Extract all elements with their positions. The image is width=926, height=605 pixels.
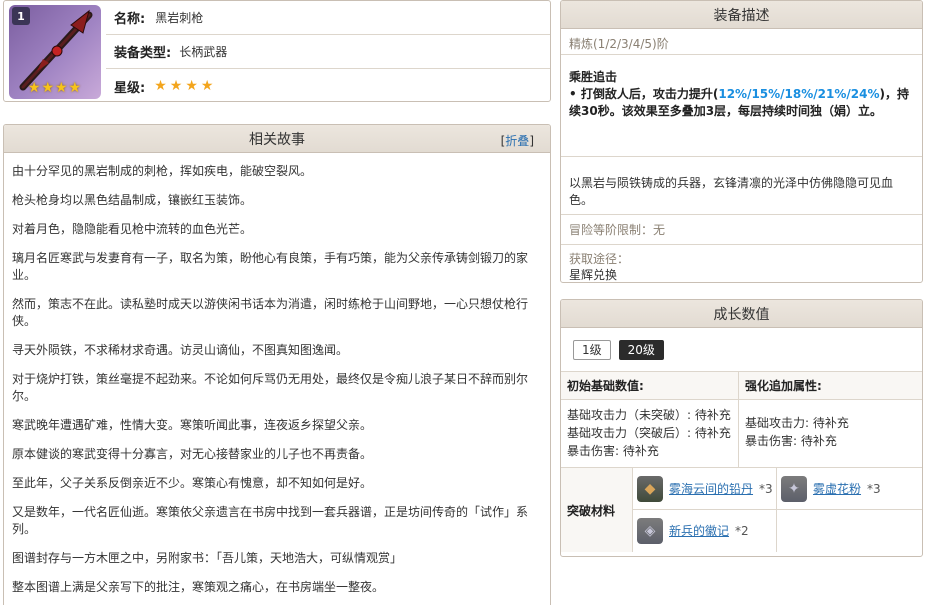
material-item: ✦ 雾虚花粉 *3 — [777, 468, 922, 510]
story-paragraph: 然而，策志不在此。读私塾时成天以游侠闲书话本为消遣，闲时练枪于山间野地，一心只想… — [12, 297, 529, 328]
level-switcher: 1级 20级 — [561, 328, 922, 372]
desc-header: 装备描述 — [561, 1, 922, 29]
story-paragraph: 图谱封存与一方木匣之中，另附家书：「吾儿策，天地浩大，可纵情观赏」 — [12, 551, 403, 565]
growth-panel: 成长数值 1级 20级 初始基础数值: 强化追加属性: 基础攻击力（未突破）: 待… — [560, 299, 923, 557]
name-label: 名称: — [114, 12, 146, 27]
material-link[interactable]: 雾海云间的铅丹 — [669, 481, 753, 497]
weapon-thumbnail: 1 ★★★★ — [9, 5, 101, 99]
material-link[interactable]: 新兵的徽记 — [669, 523, 729, 539]
material-qty: *2 — [735, 524, 749, 538]
story-paragraph: 至此年，父子关系反倒亲近不少。寒策心有愧意，却不知如何是好。 — [12, 476, 373, 490]
obtain-method: 获取途径： 星辉兑换 — [561, 245, 922, 282]
story-body: 由十分罕见的黑岩制成的刺枪，挥如疾电，能破空裂风。 枪头枪身均以黑色结晶制成，镶嵌… — [4, 153, 550, 596]
story-paragraph: 寻天外陨铁，不求稀材求奇遇。访灵山谪仙，不图真知图逸闻。 — [12, 343, 349, 357]
star-icon: ★ — [200, 78, 214, 94]
material-link[interactable]: 雾虚花粉 — [813, 481, 861, 497]
story-title: 相关故事 — [249, 131, 305, 148]
level-button[interactable]: 1级 — [573, 339, 611, 360]
effect-values: 12%/15%/18%/21%/24% — [718, 87, 880, 101]
obtain-label: 获取途径： — [569, 252, 630, 266]
refine-levels: 精炼(1/2/3/4/5)阶 — [561, 29, 922, 55]
star-icon: ★ — [185, 78, 198, 94]
stat-line: 暴击伤害: 待补充 — [745, 434, 837, 448]
base-stats-head: 初始基础数值: — [561, 372, 739, 400]
info-row-type: 装备类型: 长柄武器 — [106, 35, 550, 69]
name-value: 黑岩刺枪 — [155, 11, 204, 25]
story-paragraph: 寒武晚年遭遇矿难，性情大变。寒策听闻此事，连夜返乡探望父亲。 — [12, 418, 373, 432]
level-button[interactable]: 20级 — [618, 339, 664, 360]
lead-pill-icon: ◆ — [637, 475, 663, 502]
stat-line: 暴击伤害: 待补充 — [567, 444, 659, 458]
story-paragraph: 枪头枪身均以黑色结晶制成，镶嵌红玉装饰。 — [12, 193, 253, 207]
mist-pollen-icon: ✦ — [781, 475, 807, 502]
effect-text: • 打倒敌人后，攻击力提升(12%/15%/18%/21%/24%)，持续30秒… — [569, 87, 909, 118]
stat-grid: 初始基础数值: 强化追加属性: 基础攻击力（未突破）: 待补充 基础攻击力（突破后… — [561, 372, 922, 468]
info-row-stars: 星级: ★ ★ ★ ★ — [106, 69, 550, 101]
story-paragraph: 璃月名匠寒武与发妻育有一子，取名为策，盼他心有良策，手有巧策，能为父亲传承铸剑锻… — [12, 251, 529, 282]
story-header: 相关故事 [折叠] — [4, 125, 550, 153]
materials-grid: 突破材料 ◆ 雾海云间的铅丹 *3 ✦ 雾虚花粉 *3 ◈ 新兵的徽记 *2 — [561, 468, 922, 552]
fold-link[interactable]: 折叠 — [505, 134, 529, 148]
recruit-insignia-icon: ◈ — [637, 518, 663, 544]
stat-line: 基础攻击力（未突破）: 待补充 — [567, 408, 731, 422]
obtain-value: 星辉兑换 — [569, 268, 618, 282]
effect-title: 乘胜追击 — [569, 70, 618, 84]
star-icon: ★ — [154, 78, 167, 94]
thumbnail-stars: ★★★★ — [27, 80, 83, 96]
material-item: ◆ 雾海云间的铅丹 *3 — [633, 468, 777, 510]
star-label: 星级: — [114, 80, 146, 96]
story-panel: 相关故事 [折叠] 由十分罕见的黑岩制成的刺枪，挥如疾电，能破空裂风。 枪头枪身均… — [3, 124, 551, 605]
base-stats: 基础攻击力（未突破）: 待补充 基础攻击力（突破后）: 待补充 暴击伤害: 待补充 — [561, 400, 739, 468]
material-empty — [777, 510, 922, 552]
material-item: ◈ 新兵的徽记 *2 — [633, 510, 777, 552]
stat-line: 基础攻击力（突破后）: 待补充 — [567, 426, 731, 440]
material-qty: *3 — [759, 481, 773, 496]
story-paragraph: 由十分罕见的黑岩制成的刺枪，挥如疾电，能破空裂风。 — [12, 164, 313, 178]
bonus-stats: 基础攻击力: 待补充 暴击伤害: 待补充 — [739, 400, 922, 468]
story-paragraph: 对着月色，隐隐能看见枪中流转的血色光芒。 — [12, 222, 253, 236]
bonus-stats-head: 强化追加属性: — [739, 372, 922, 400]
growth-header: 成长数值 — [561, 300, 922, 328]
type-value: 长柄武器 — [179, 45, 228, 59]
passive-effect: 乘胜追击 • 打倒敌人后，攻击力提升(12%/15%/18%/21%/24%)，… — [561, 55, 922, 157]
star-rating: ★ ★ ★ ★ — [151, 78, 213, 94]
desc-title: 装备描述 — [713, 7, 770, 24]
story-paragraph: 整本图谱上满是父亲写下的批注，寒策观之痛心，在书房端坐一整夜。 — [12, 580, 385, 594]
weapon-info-panel: 1 ★★★★ 名称: 黑岩刺枪 装备类型: 长柄武器 星级: ★ ★ ★ ★ — [3, 0, 551, 102]
growth-title: 成长数值 — [713, 306, 770, 323]
refine-badge: 1 — [12, 7, 30, 25]
flavor-text: 以黑岩与陨铁铸成的兵器，玄锋清凛的光泽中仿佛隐隐可见血色。 — [561, 157, 922, 215]
story-paragraph: 原本健谈的寒武变得十分寡言，对无心接替家业的儿子也不再责备。 — [12, 447, 373, 461]
story-paragraph: 对于烧炉打铁，策丝毫提不起劲来。不论如何斥骂仍无用处，最终仅是令痴儿浪子某日不辞… — [12, 372, 529, 403]
story-paragraph: 又是数年，一代名匠仙逝。寒策依父亲遗言在书房中找到一套兵器谱，正是坊间传奇的「试… — [12, 505, 529, 536]
star-icon: ★ — [169, 78, 183, 94]
rank-limit: 冒险等阶限制：无 — [561, 215, 922, 245]
description-panel: 装备描述 精炼(1/2/3/4/5)阶 乘胜追击 • 打倒敌人后，攻击力提升(1… — [560, 0, 923, 283]
info-row-name: 名称: 黑岩刺枪 — [106, 1, 550, 35]
material-qty: *3 — [867, 481, 881, 496]
fold-toggle: [折叠] — [500, 134, 534, 148]
materials-label: 突破材料 — [561, 468, 633, 552]
stat-line: 基础攻击力: 待补充 — [745, 416, 849, 430]
type-label: 装备类型: — [114, 46, 172, 61]
info-table: 名称: 黑岩刺枪 装备类型: 长柄武器 星级: ★ ★ ★ ★ — [106, 1, 550, 101]
